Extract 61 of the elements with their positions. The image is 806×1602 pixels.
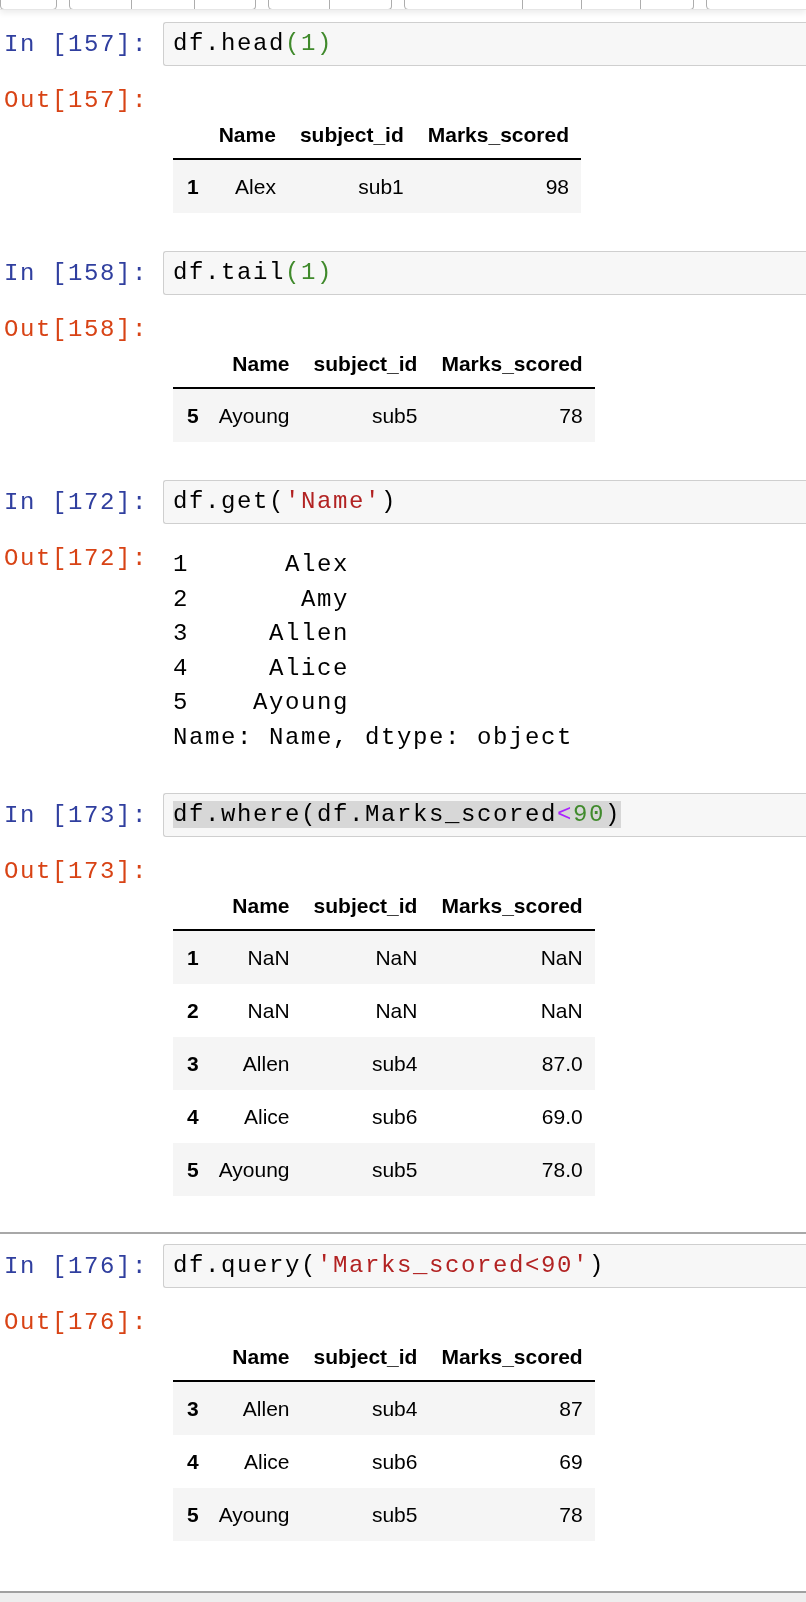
output-prompt: Out[173]: [4, 857, 150, 887]
table-cell: sub5 [301, 1143, 430, 1196]
table-cell: NaN [301, 930, 430, 984]
code-cell[interactable]: df.where(df.Marks_scored<90) [163, 793, 806, 837]
output-line: Name: Name, dtype: object [173, 722, 574, 753]
table-cell: sub1 [287, 159, 416, 213]
table-cell: NaN [429, 984, 595, 1037]
output-prompt: Out[176]: [4, 1308, 150, 1338]
input-prompt: In [176]: [4, 1252, 150, 1282]
code-cell[interactable]: df.tail(1) [163, 251, 806, 295]
row-index: 4 [173, 1090, 207, 1143]
table-cell: NaN [429, 930, 595, 984]
table-cell: sub5 [301, 388, 430, 442]
table-cell: sub4 [301, 1381, 430, 1435]
output-prompt: Out[157]: [4, 86, 150, 116]
code-cell[interactable]: df.query('Marks_scored<90') [163, 1244, 806, 1288]
row-index: 5 [173, 388, 207, 442]
row-index: 3 [173, 1037, 207, 1090]
table-cell: sub5 [301, 1488, 430, 1541]
table-cell: Ayoung [206, 1143, 302, 1196]
table-cell: NaN [206, 984, 302, 1037]
row-index: 5 [173, 1143, 207, 1196]
input-prompt: In [173]: [4, 801, 150, 831]
output-line: 2 Amy [173, 584, 351, 615]
input-prompt: In [158]: [4, 259, 150, 289]
table-cell: sub4 [301, 1037, 430, 1090]
input-prompt: In [157]: [4, 30, 150, 60]
table-cell: Alice [206, 1435, 302, 1488]
table-cell: 98 [415, 159, 581, 213]
table-cell: NaN [301, 984, 430, 1037]
row-index: 2 [173, 984, 207, 1037]
table-cell: 87.0 [429, 1037, 595, 1090]
row-index: 1 [173, 930, 207, 984]
row-index: 1 [173, 159, 207, 213]
input-prompt: In [172]: [4, 488, 150, 518]
table-cell: sub6 [301, 1435, 430, 1488]
table-cell: Allen [206, 1037, 302, 1090]
table-cell: NaN [206, 930, 302, 984]
output-line: 3 Allen [173, 619, 351, 649]
table-cell: 78 [429, 388, 595, 442]
code-cell[interactable]: df.get('Name') [163, 480, 806, 524]
output-line: 1 Alex [173, 550, 351, 580]
table-cell: 78 [429, 1488, 595, 1541]
row-index: 3 [173, 1381, 207, 1435]
table-cell: 69 [429, 1435, 595, 1488]
code-cell[interactable]: df.head(1) [163, 22, 806, 66]
table-cell: Ayoung [206, 1488, 302, 1541]
table-cell: 87 [429, 1381, 595, 1435]
table-cell: Allen [206, 1381, 302, 1435]
table-cell: Alex [206, 159, 288, 213]
table-cell: Alice [206, 1090, 302, 1143]
row-index: 4 [173, 1435, 207, 1488]
output-line: 5 Ayoung [173, 688, 351, 718]
output-prompt: Out[172]: [4, 544, 150, 574]
table-cell: sub6 [301, 1090, 430, 1143]
output-prompt: Out[158]: [4, 315, 150, 345]
table-cell: Ayoung [206, 388, 302, 442]
row-index: 5 [173, 1488, 207, 1541]
output-line: 4 Alice [173, 653, 351, 684]
table-cell: 78.0 [429, 1143, 595, 1196]
table-cell: 69.0 [429, 1090, 595, 1143]
